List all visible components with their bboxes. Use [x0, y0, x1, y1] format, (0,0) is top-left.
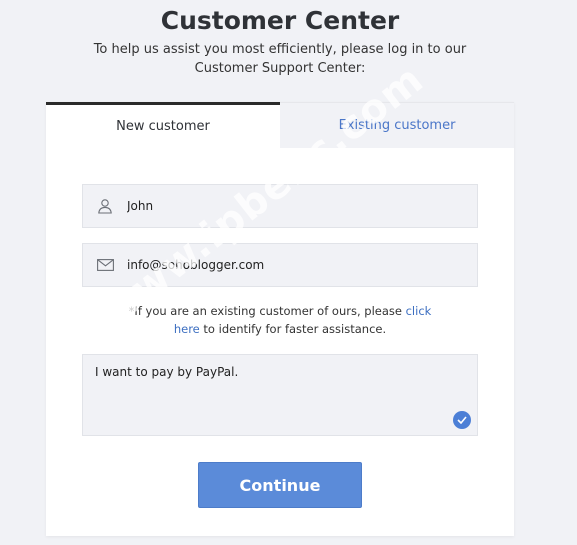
page-subtitle: To help us assist you most efficiently, … — [93, 42, 467, 76]
message-field[interactable]: I want to pay by PayPal. — [82, 354, 478, 436]
continue-button[interactable]: Continue — [198, 462, 362, 508]
note-text: *If you are an existing customer of ours… — [128, 304, 406, 318]
checkmark-icon — [453, 411, 471, 429]
tab-existing-customer[interactable]: Existing customer — [280, 102, 514, 148]
name-field[interactable] — [82, 184, 478, 228]
note-text-2: to identify for faster assistance. — [199, 322, 387, 336]
login-card: New customer Existing customer *If you a… — [46, 102, 514, 536]
page-title: Customer Center — [160, 6, 400, 35]
name-input[interactable] — [127, 199, 447, 213]
user-icon — [83, 198, 127, 214]
existing-customer-note: *If you are an existing customer of ours… — [106, 302, 454, 338]
message-input[interactable]: I want to pay by PayPal. — [95, 365, 455, 425]
tab-new-customer[interactable]: New customer — [46, 102, 280, 148]
envelope-icon — [83, 259, 127, 271]
email-input[interactable] — [127, 258, 447, 272]
email-field[interactable] — [82, 243, 478, 287]
customer-tabs: New customer Existing customer — [46, 102, 514, 148]
